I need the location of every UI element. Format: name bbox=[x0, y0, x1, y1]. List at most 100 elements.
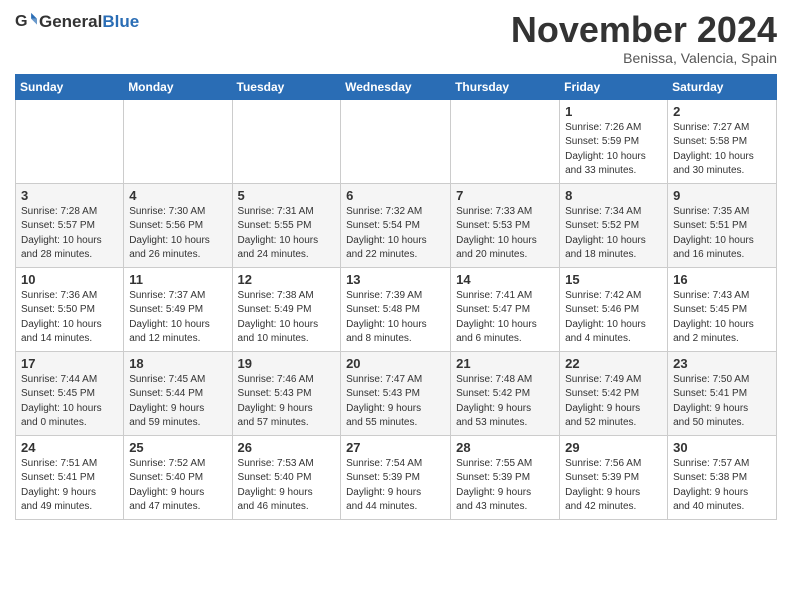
calendar-cell: 22 Sunrise: 7:49 AM Sunset: 5:42 PM Dayli… bbox=[560, 351, 668, 435]
day-info: Sunrise: 7:47 AM Sunset: 5:43 PM Dayligh… bbox=[346, 373, 445, 431]
calendar-cell: 11Sunrise: 7:37 AM Sunset: 5:49 PM Dayli… bbox=[124, 267, 232, 351]
calendar-cell: 25Sunrise: 7:52 AM Sunset: 5:40 PM Dayli… bbox=[124, 435, 232, 519]
page-wrapper: G GeneralBlue November 2024 Benissa, Val… bbox=[0, 0, 792, 535]
calendar-table: Sunday Monday Tuesday Wednesday Thursday… bbox=[15, 74, 777, 520]
day-number: 14 bbox=[456, 272, 554, 287]
title-block: November 2024 Benissa, Valencia, Spain bbox=[511, 10, 777, 66]
day-info: Sunrise: 7:31 AM Sunset: 5:55 PM Dayligh… bbox=[238, 205, 336, 263]
day-number: 27 bbox=[346, 440, 445, 455]
calendar-cell: 1 Sunrise: 7:26 AM Sunset: 5:59 PM Daylig… bbox=[560, 99, 668, 183]
calendar-cell: 10Sunrise: 7:36 AM Sunset: 5:50 PM Dayli… bbox=[16, 267, 124, 351]
calendar-cell: 6 Sunrise: 7:32 AM Sunset: 5:54 PM Daylig… bbox=[341, 183, 451, 267]
calendar-cell: 8 Sunrise: 7:34 AM Sunset: 5:52 PM Daylig… bbox=[560, 183, 668, 267]
day-info: Sunrise: 7:36 AM Sunset: 5:50 PM Dayligh… bbox=[21, 289, 118, 347]
calendar-cell: 2 Sunrise: 7:27 AM Sunset: 5:58 PM Daylig… bbox=[668, 99, 777, 183]
day-number: 23 bbox=[673, 356, 771, 371]
day-info: Sunrise: 7:45 AM Sunset: 5:44 PM Dayligh… bbox=[129, 373, 226, 431]
col-wednesday: Wednesday bbox=[341, 74, 451, 99]
header: G GeneralBlue November 2024 Benissa, Val… bbox=[15, 10, 777, 66]
calendar-cell: 17 Sunrise: 7:44 AM Sunset: 5:45 PM Dayli… bbox=[16, 351, 124, 435]
day-info: Sunrise: 7:27 AM Sunset: 5:58 PM Dayligh… bbox=[673, 121, 771, 179]
calendar-cell: 14Sunrise: 7:41 AM Sunset: 5:47 PM Dayli… bbox=[451, 267, 560, 351]
day-info: Sunrise: 7:54 AM Sunset: 5:39 PM Dayligh… bbox=[346, 457, 445, 515]
day-info: Sunrise: 7:38 AM Sunset: 5:49 PM Dayligh… bbox=[238, 289, 336, 347]
day-number: 9 bbox=[673, 188, 771, 203]
day-info: Sunrise: 7:35 AM Sunset: 5:51 PM Dayligh… bbox=[673, 205, 771, 263]
day-number: 15 bbox=[565, 272, 662, 287]
day-number: 18 bbox=[129, 356, 226, 371]
day-info: Sunrise: 7:52 AM Sunset: 5:40 PM Dayligh… bbox=[129, 457, 226, 515]
calendar-cell bbox=[451, 99, 560, 183]
day-info: Sunrise: 7:55 AM Sunset: 5:39 PM Dayligh… bbox=[456, 457, 554, 515]
col-sunday: Sunday bbox=[16, 74, 124, 99]
calendar-cell: 30 Sunrise: 7:57 AM Sunset: 5:38 PM Dayli… bbox=[668, 435, 777, 519]
calendar-week-2: 3Sunrise: 7:28 AM Sunset: 5:57 PM Daylig… bbox=[16, 183, 777, 267]
day-number: 17 bbox=[21, 356, 118, 371]
col-tuesday: Tuesday bbox=[232, 74, 341, 99]
calendar-cell: 18 Sunrise: 7:45 AM Sunset: 5:44 PM Dayli… bbox=[124, 351, 232, 435]
day-number: 3 bbox=[21, 188, 118, 203]
calendar-cell: 9 Sunrise: 7:35 AM Sunset: 5:51 PM Daylig… bbox=[668, 183, 777, 267]
calendar-header-row: Sunday Monday Tuesday Wednesday Thursday… bbox=[16, 74, 777, 99]
location-subtitle: Benissa, Valencia, Spain bbox=[511, 50, 777, 66]
day-info: Sunrise: 7:48 AM Sunset: 5:42 PM Dayligh… bbox=[456, 373, 554, 431]
calendar-cell bbox=[16, 99, 124, 183]
logo-text-general: General bbox=[39, 12, 102, 31]
calendar-cell bbox=[341, 99, 451, 183]
day-info: Sunrise: 7:56 AM Sunset: 5:39 PM Dayligh… bbox=[565, 457, 662, 515]
day-number: 5 bbox=[238, 188, 336, 203]
day-number: 12 bbox=[238, 272, 336, 287]
col-friday: Friday bbox=[560, 74, 668, 99]
day-number: 22 bbox=[565, 356, 662, 371]
calendar-cell: 29Sunrise: 7:56 AM Sunset: 5:39 PM Dayli… bbox=[560, 435, 668, 519]
day-info: Sunrise: 7:37 AM Sunset: 5:49 PM Dayligh… bbox=[129, 289, 226, 347]
day-number: 30 bbox=[673, 440, 771, 455]
calendar-week-3: 10Sunrise: 7:36 AM Sunset: 5:50 PM Dayli… bbox=[16, 267, 777, 351]
day-info: Sunrise: 7:51 AM Sunset: 5:41 PM Dayligh… bbox=[21, 457, 118, 515]
logo: G GeneralBlue bbox=[15, 10, 139, 34]
day-number: 6 bbox=[346, 188, 445, 203]
day-info: Sunrise: 7:46 AM Sunset: 5:43 PM Dayligh… bbox=[238, 373, 336, 431]
day-number: 24 bbox=[21, 440, 118, 455]
day-number: 26 bbox=[238, 440, 336, 455]
calendar-cell: 28 Sunrise: 7:55 AM Sunset: 5:39 PM Dayli… bbox=[451, 435, 560, 519]
day-number: 8 bbox=[565, 188, 662, 203]
calendar-cell: 19Sunrise: 7:46 AM Sunset: 5:43 PM Dayli… bbox=[232, 351, 341, 435]
day-number: 20 bbox=[346, 356, 445, 371]
day-info: Sunrise: 7:32 AM Sunset: 5:54 PM Dayligh… bbox=[346, 205, 445, 263]
day-info: Sunrise: 7:39 AM Sunset: 5:48 PM Dayligh… bbox=[346, 289, 445, 347]
day-info: Sunrise: 7:34 AM Sunset: 5:52 PM Dayligh… bbox=[565, 205, 662, 263]
day-number: 1 bbox=[565, 104, 662, 119]
day-info: Sunrise: 7:43 AM Sunset: 5:45 PM Dayligh… bbox=[673, 289, 771, 347]
calendar-cell: 24 Sunrise: 7:51 AM Sunset: 5:41 PM Dayli… bbox=[16, 435, 124, 519]
day-info: Sunrise: 7:26 AM Sunset: 5:59 PM Dayligh… bbox=[565, 121, 662, 179]
calendar-cell bbox=[124, 99, 232, 183]
day-info: Sunrise: 7:49 AM Sunset: 5:42 PM Dayligh… bbox=[565, 373, 662, 431]
calendar-cell: 12 Sunrise: 7:38 AM Sunset: 5:49 PM Dayli… bbox=[232, 267, 341, 351]
day-number: 13 bbox=[346, 272, 445, 287]
day-info: Sunrise: 7:44 AM Sunset: 5:45 PM Dayligh… bbox=[21, 373, 118, 431]
day-info: Sunrise: 7:53 AM Sunset: 5:40 PM Dayligh… bbox=[238, 457, 336, 515]
day-info: Sunrise: 7:57 AM Sunset: 5:38 PM Dayligh… bbox=[673, 457, 771, 515]
day-number: 2 bbox=[673, 104, 771, 119]
calendar-cell: 21 Sunrise: 7:48 AM Sunset: 5:42 PM Dayli… bbox=[451, 351, 560, 435]
calendar-cell: 16 Sunrise: 7:43 AM Sunset: 5:45 PM Dayli… bbox=[668, 267, 777, 351]
calendar-cell: 4Sunrise: 7:30 AM Sunset: 5:56 PM Daylig… bbox=[124, 183, 232, 267]
calendar-cell: 23Sunrise: 7:50 AM Sunset: 5:41 PM Dayli… bbox=[668, 351, 777, 435]
col-thursday: Thursday bbox=[451, 74, 560, 99]
day-info: Sunrise: 7:33 AM Sunset: 5:53 PM Dayligh… bbox=[456, 205, 554, 263]
calendar-week-1: 1 Sunrise: 7:26 AM Sunset: 5:59 PM Daylig… bbox=[16, 99, 777, 183]
day-number: 28 bbox=[456, 440, 554, 455]
calendar-cell bbox=[232, 99, 341, 183]
svg-text:G: G bbox=[15, 12, 28, 30]
calendar-cell: 5 Sunrise: 7:31 AM Sunset: 5:55 PM Daylig… bbox=[232, 183, 341, 267]
calendar-cell: 13 Sunrise: 7:39 AM Sunset: 5:48 PM Dayli… bbox=[341, 267, 451, 351]
month-title: November 2024 bbox=[511, 10, 777, 50]
day-number: 7 bbox=[456, 188, 554, 203]
day-number: 16 bbox=[673, 272, 771, 287]
calendar-cell: 26 Sunrise: 7:53 AM Sunset: 5:40 PM Dayli… bbox=[232, 435, 341, 519]
calendar-cell: 27 Sunrise: 7:54 AM Sunset: 5:39 PM Dayli… bbox=[341, 435, 451, 519]
day-number: 21 bbox=[456, 356, 554, 371]
calendar-cell: 3Sunrise: 7:28 AM Sunset: 5:57 PM Daylig… bbox=[16, 183, 124, 267]
logo-icon: G bbox=[15, 10, 37, 32]
